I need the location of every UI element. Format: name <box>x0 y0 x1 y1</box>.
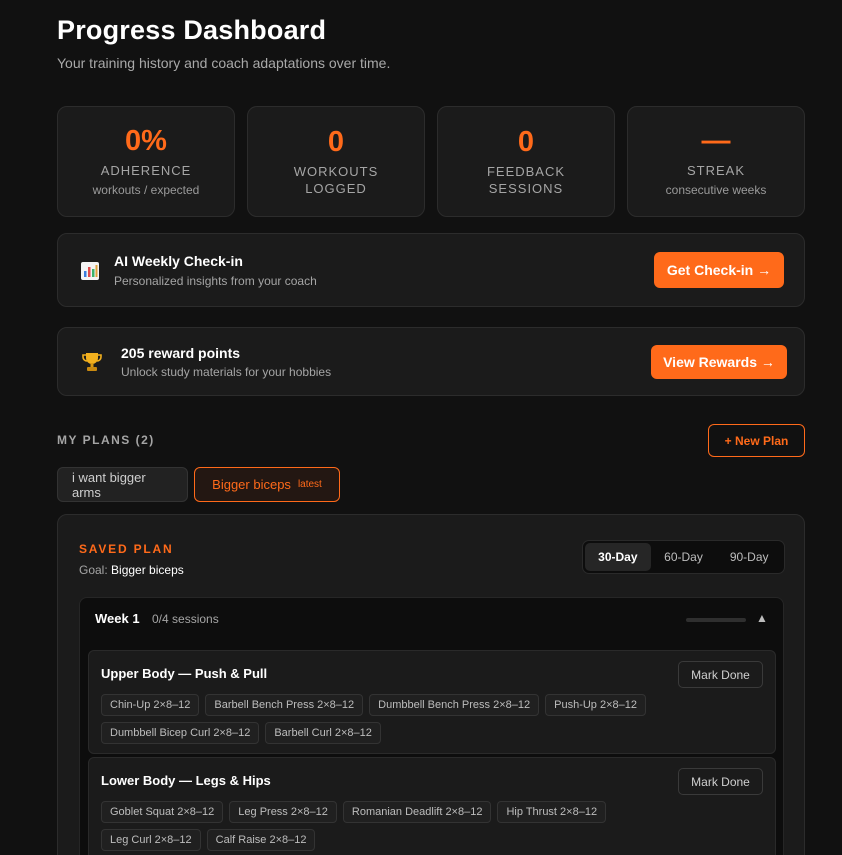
page-subtitle: Your training history and coach adaptati… <box>57 55 391 71</box>
get-checkin-button[interactable]: Get Check-in → <box>654 252 784 288</box>
exercise-chips: Goblet Squat 2×8–12 Leg Press 2×8–12 Rom… <box>101 801 711 851</box>
exercise-chip: Dumbbell Bench Press 2×8–12 <box>369 694 540 716</box>
trophy-icon <box>81 351 103 377</box>
checkin-card: AI Weekly Check-in Personalized insights… <box>57 233 805 307</box>
exercise-chip: Leg Curl 2×8–12 <box>101 829 201 851</box>
stat-workouts-logged: 0 WORKOUTS LOGGED <box>247 106 425 217</box>
stat-value: 0 <box>327 125 345 158</box>
plan-tab-label: Bigger biceps <box>212 477 291 492</box>
stat-adherence: 0% ADHERENCE workouts / expected <box>57 106 235 217</box>
saved-plan-card: SAVED PLAN Goal: Bigger biceps 30-Day 60… <box>57 514 805 855</box>
week-progress-bar <box>686 618 746 622</box>
exercise-chip: Romanian Deadlift 2×8–12 <box>342 801 492 823</box>
stat-sub: consecutive weeks <box>665 183 767 197</box>
plan-tab-bigger-biceps[interactable]: Bigger biceps latest <box>194 467 340 502</box>
mark-done-button[interactable]: Mark Done <box>678 661 763 688</box>
stat-feedback-sessions: 0 FEEDBACK SESSIONS <box>437 106 615 217</box>
stat-label: ADHERENCE <box>100 163 192 178</box>
plan-tab-bigger-arms[interactable]: i want bigger arms <box>57 467 188 502</box>
exercise-chip: Hip Thrust 2×8–12 <box>497 801 607 823</box>
collapse-chevron-icon[interactable]: ▲ <box>756 611 768 625</box>
rewards-card: 205 reward points Unlock study materials… <box>57 327 805 396</box>
exercise-chip: Barbell Bench Press 2×8–12 <box>205 694 364 716</box>
exercise-chip: Push-Up 2×8–12 <box>545 694 646 716</box>
rewards-subtitle: Unlock study materials for your hobbies <box>121 365 332 379</box>
week-sessions-count: 0/4 sessions <box>152 612 219 626</box>
duration-selector: 30-Day 60-Day 90-Day <box>582 540 785 574</box>
stat-value: — <box>701 125 731 157</box>
exercise-chip: Chin-Up 2×8–12 <box>101 694 200 716</box>
my-plans-label: MY PLANS (2) <box>57 433 155 447</box>
view-rewards-button[interactable]: View Rewards → <box>651 345 787 379</box>
stat-label: FEEDBACK SESSIONS <box>486 163 566 196</box>
chart-icon <box>80 261 100 285</box>
mark-done-button[interactable]: Mark Done <box>678 768 763 795</box>
week-title[interactable]: Week 1 <box>95 611 140 626</box>
saved-plan-label: SAVED PLAN <box>79 542 174 556</box>
exercise-chips: Chin-Up 2×8–12 Barbell Bench Press 2×8–1… <box>101 694 711 744</box>
stat-label: STREAK <box>686 163 745 178</box>
week-panel: Week 1 0/4 sessions ▲ Upper Body — Push … <box>79 597 784 855</box>
duration-90-day[interactable]: 90-Day <box>716 543 782 571</box>
goal-value: Bigger biceps <box>111 563 184 577</box>
exercise-chip: Goblet Squat 2×8–12 <box>101 801 224 823</box>
rewards-title: 205 reward points <box>121 345 241 361</box>
session-title: Upper Body — Push & Pull <box>101 666 268 681</box>
stat-sub: workouts / expected <box>92 183 200 197</box>
session-card: Lower Body — Legs & Hips Mark Done Goble… <box>88 757 776 855</box>
checkin-title: AI Weekly Check-in <box>114 253 243 269</box>
goal-label: Goal: <box>79 563 108 577</box>
latest-badge: latest <box>297 479 322 490</box>
checkin-subtitle: Personalized insights from your coach <box>114 274 317 288</box>
exercise-chip: Calf Raise 2×8–12 <box>206 829 316 851</box>
exercise-chip: Leg Press 2×8–12 <box>229 801 337 823</box>
stat-streak: — STREAK consecutive weeks <box>627 106 805 217</box>
session-title: Lower Body — Legs & Hips <box>101 773 271 788</box>
duration-60-day[interactable]: 60-Day <box>651 543 717 571</box>
session-card: Upper Body — Push & Pull Mark Done Chin-… <box>88 650 776 754</box>
plan-goal: Goal: Bigger biceps <box>79 563 184 577</box>
new-plan-button[interactable]: + New Plan <box>708 424 805 457</box>
stat-value: 0 <box>517 125 535 158</box>
page-title: Progress Dashboard <box>57 15 327 45</box>
exercise-chip: Dumbbell Bicep Curl 2×8–12 <box>101 722 260 744</box>
stat-value: 0% <box>125 125 167 157</box>
plan-tab-label: i want bigger arms <box>72 469 146 500</box>
duration-30-day[interactable]: 30-Day <box>585 543 651 571</box>
stat-label: WORKOUTS LOGGED <box>293 163 379 196</box>
stats-row: 0% ADHERENCE workouts / expected 0 WORKO… <box>57 106 805 217</box>
exercise-chip: Barbell Curl 2×8–12 <box>265 722 381 744</box>
